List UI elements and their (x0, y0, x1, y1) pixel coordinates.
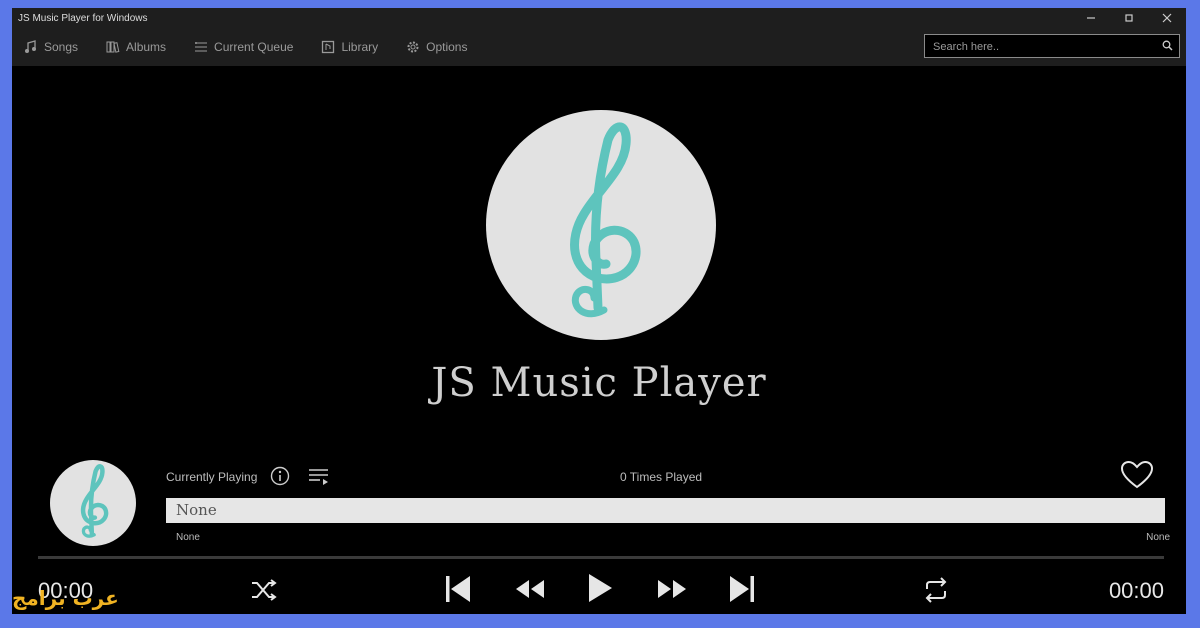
window-title: JS Music Player for Windows (18, 12, 148, 24)
library-icon (322, 40, 335, 54)
window-controls (1072, 8, 1186, 28)
nav-label-current-queue: Current Queue (214, 40, 294, 54)
currently-playing-label: Currently Playing (166, 470, 258, 484)
artist-label: None (176, 532, 200, 543)
nav-label-options: Options (426, 40, 468, 54)
nav-label-albums: Albums (126, 40, 167, 54)
minimize-button[interactable] (1072, 8, 1110, 28)
nav-label-songs: Songs (44, 40, 79, 54)
next-track-icon[interactable] (728, 574, 756, 604)
site-watermark: عرب برامج (12, 586, 119, 610)
nav-item-library[interactable]: Library (321, 40, 378, 54)
times-played-label: 0 Times Played (620, 470, 703, 484)
song-title: None (176, 501, 217, 519)
app-window: JS Music Player for Windows Songs Albums… (12, 8, 1186, 614)
restore-icon (1125, 14, 1133, 22)
album-art-thumbnail (50, 460, 136, 546)
nav-item-albums[interactable]: Albums (106, 40, 166, 54)
title-bar: JS Music Player for Windows (12, 8, 1186, 28)
restore-button[interactable] (1110, 8, 1148, 28)
album-label: None (1146, 532, 1170, 543)
seek-bar[interactable] (38, 556, 1164, 559)
music-note-icon (25, 40, 36, 53)
search-icon[interactable] (1162, 40, 1173, 51)
playlist-icon[interactable] (308, 466, 330, 486)
rewind-icon[interactable] (514, 578, 546, 600)
repeat-icon[interactable] (922, 576, 950, 604)
total-time: 00:00 (1108, 578, 1164, 603)
shuffle-icon[interactable] (250, 578, 278, 602)
info-icon[interactable] (270, 466, 290, 486)
play-icon[interactable] (586, 572, 614, 604)
nav-label-library: Library (341, 40, 379, 54)
queue-icon (195, 42, 208, 52)
song-title-bar: None (166, 498, 1165, 523)
nav-bar: Songs Albums Current Queue Library Optio… (12, 28, 1186, 66)
treble-clef-icon (570, 122, 641, 318)
minimize-icon (1087, 17, 1095, 19)
nav-item-current-queue[interactable]: Current Queue (194, 40, 293, 54)
close-button[interactable] (1148, 8, 1186, 28)
gear-icon (407, 41, 419, 53)
album-icon (106, 41, 120, 53)
favorite-heart-icon[interactable] (1120, 460, 1154, 490)
search-input[interactable] (931, 37, 1155, 57)
treble-clef-icon (80, 464, 109, 538)
nav-item-options[interactable]: Options (406, 40, 467, 54)
app-name-heading: JS Music Player (431, 360, 767, 406)
previous-track-icon[interactable] (444, 574, 472, 604)
fast-forward-icon[interactable] (656, 578, 688, 600)
search-box (924, 34, 1180, 58)
close-icon (1162, 13, 1172, 23)
nav-item-songs[interactable]: Songs (24, 40, 78, 54)
app-logo (486, 110, 716, 340)
